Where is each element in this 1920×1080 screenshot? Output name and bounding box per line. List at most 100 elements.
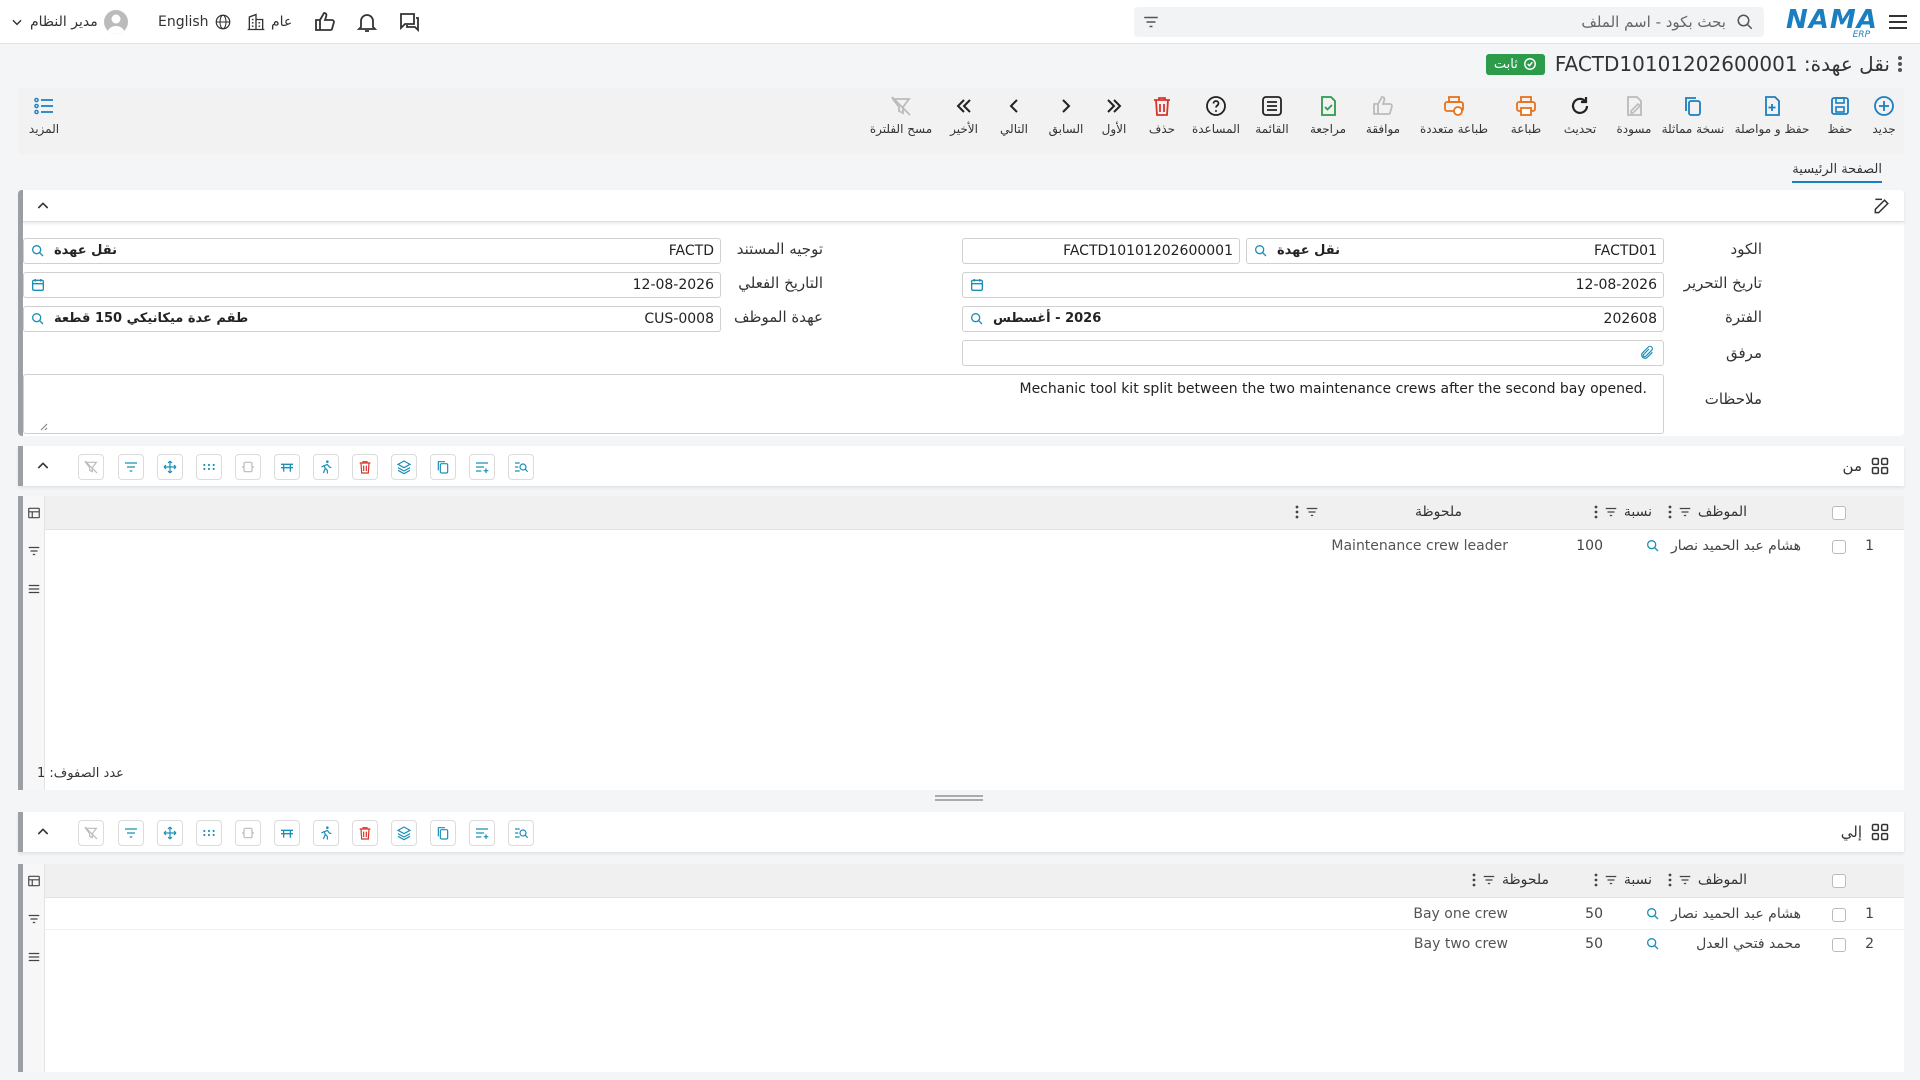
grid-run-button[interactable] <box>313 820 339 846</box>
filter-icon[interactable] <box>1142 13 1160 31</box>
calendar-icon[interactable] <box>30 277 46 293</box>
column-filter-icon[interactable] <box>1482 873 1496 887</box>
more-button[interactable]: المزيد <box>24 94 64 150</box>
last-button[interactable]: الأخير <box>944 94 984 150</box>
grid-clear-filter-button[interactable] <box>78 820 104 846</box>
clear-filter-button[interactable]: مسح الفلترة <box>866 94 936 150</box>
approve-button[interactable]: موافقة <box>1358 94 1408 150</box>
column-filter-icon[interactable] <box>1604 873 1618 887</box>
edit-icon[interactable] <box>1872 196 1892 216</box>
filter-icon[interactable] <box>27 544 41 558</box>
column-menu-icon[interactable] <box>1594 505 1598 519</box>
lookup-icon[interactable] <box>1645 936 1661 952</box>
chat-icon[interactable] <box>396 10 422 34</box>
global-search-input[interactable]: بحث بكود - اسم الملف <box>1134 7 1764 37</box>
section-resize-handle[interactable] <box>935 795 983 801</box>
chevron-up-icon[interactable] <box>35 198 51 214</box>
lookup-icon[interactable] <box>1253 243 1269 259</box>
paperclip-icon[interactable] <box>1639 345 1655 361</box>
row-employee[interactable]: هشام عبد الحميد نصار <box>1671 906 1801 922</box>
doc-direction-field[interactable]: FACTD نقل عهدة <box>23 238 721 264</box>
column-menu-icon[interactable] <box>1668 873 1672 887</box>
grid-delete-button[interactable] <box>352 454 378 480</box>
chevron-up-icon[interactable] <box>35 824 51 840</box>
list-button[interactable]: القائمة <box>1250 94 1294 150</box>
row-ratio[interactable]: 100 <box>1576 538 1603 554</box>
table-row[interactable]: 2 محمد فتحي العدل 50 Bay two crew <box>45 930 1904 960</box>
grid-layers-button[interactable] <box>391 820 417 846</box>
grid-search-button[interactable] <box>508 820 534 846</box>
grid-fit-button[interactable] <box>235 820 261 846</box>
next-button[interactable]: التالي <box>994 94 1034 150</box>
review-button[interactable]: مراجعة <box>1306 94 1350 150</box>
resize-handle-icon[interactable] <box>38 421 48 431</box>
columns-icon[interactable] <box>27 582 41 596</box>
first-button[interactable]: الأول <box>1096 94 1132 150</box>
lookup-icon[interactable] <box>969 311 985 327</box>
nama-logo[interactable]: NAMA ERP <box>1786 6 1877 40</box>
row-note[interactable]: Bay two crew <box>1414 936 1508 952</box>
row-employee[interactable]: محمد فتحي العدل <box>1696 936 1801 952</box>
period-field[interactable]: 202608 2026 - أغسطس <box>962 306 1664 332</box>
column-menu-icon[interactable] <box>1594 873 1598 887</box>
new-button[interactable]: جديد <box>1864 94 1904 150</box>
col-note-header[interactable]: ملحوظة <box>1472 872 1549 888</box>
grid-table-button[interactable] <box>274 820 300 846</box>
calendar-icon[interactable] <box>969 277 985 293</box>
grid-delete-button[interactable] <box>352 820 378 846</box>
grid-layers-button[interactable] <box>391 454 417 480</box>
row-checkbox[interactable] <box>1832 908 1846 922</box>
code-number-field[interactable]: FACTD10101202600001 <box>962 238 1240 264</box>
grid-filter-button[interactable] <box>118 820 144 846</box>
code-field[interactable]: FACTD01 نقل عهدة <box>1246 238 1664 264</box>
kebab-menu-icon[interactable] <box>1896 54 1904 74</box>
row-checkbox[interactable] <box>1832 938 1846 952</box>
grid-copy-button[interactable] <box>430 820 456 846</box>
columns-icon[interactable] <box>27 950 41 964</box>
grid-move-button[interactable] <box>157 454 183 480</box>
grid-table-button[interactable] <box>274 454 300 480</box>
table-row[interactable]: 1 هشام عبد الحميد نصار 50 Bay one crew <box>45 900 1904 930</box>
help-button[interactable]: المساعدة <box>1188 94 1244 150</box>
grid-fit-button[interactable] <box>235 454 261 480</box>
grid-dots-button[interactable] <box>196 454 222 480</box>
column-menu-icon[interactable] <box>1668 505 1672 519</box>
lookup-icon[interactable] <box>1645 538 1661 554</box>
hamburger-menu-icon[interactable] <box>1886 10 1910 34</box>
grid-move-button[interactable] <box>157 820 183 846</box>
lookup-icon[interactable] <box>1645 906 1661 922</box>
table-row[interactable]: 1 هشام عبد الحميد نصار 100 Maintenance c… <box>45 532 1904 562</box>
actual-date-field[interactable]: 12-08-2026 <box>23 272 721 298</box>
row-ratio[interactable]: 50 <box>1585 906 1603 922</box>
filter-icon[interactable] <box>27 912 41 926</box>
user-menu[interactable]: مدير النظام <box>10 0 128 44</box>
tab-main[interactable]: الصفحة الرئيسية <box>1792 162 1882 183</box>
column-filter-icon[interactable] <box>1604 505 1618 519</box>
previous-button[interactable]: السابق <box>1046 94 1086 150</box>
grid-run-button[interactable] <box>313 454 339 480</box>
delete-button[interactable]: حذف <box>1142 94 1182 150</box>
print-button[interactable]: طباعة <box>1506 94 1546 150</box>
grid-filter-button[interactable] <box>118 454 144 480</box>
table-settings-icon[interactable] <box>27 506 41 520</box>
column-menu-icon[interactable] <box>1472 873 1476 887</box>
row-checkbox[interactable] <box>1832 540 1846 554</box>
grid-clear-filter-button[interactable] <box>78 454 104 480</box>
grid-dots-button[interactable] <box>196 820 222 846</box>
table-settings-icon[interactable] <box>27 874 41 888</box>
column-filter-icon[interactable] <box>1678 873 1692 887</box>
col-note-header[interactable]: ملحوظة <box>1295 504 1462 520</box>
select-all-checkbox[interactable] <box>1832 506 1846 520</box>
col-employee-header[interactable]: الموظف <box>1668 872 1747 888</box>
grid-add-row-button[interactable] <box>469 454 495 480</box>
column-filter-icon[interactable] <box>1678 505 1692 519</box>
language-switch[interactable]: English <box>158 0 232 44</box>
lookup-icon[interactable] <box>30 311 46 327</box>
employee-custody-field[interactable]: CUS-0008 طقم عدة ميكانيكي 150 قطعة <box>23 306 721 332</box>
notes-textarea[interactable]: Mechanic tool kit split between the two … <box>23 374 1664 434</box>
lookup-icon[interactable] <box>30 243 46 259</box>
col-ratio-header[interactable]: نسبة <box>1594 504 1652 520</box>
duplicate-button[interactable]: نسخة مماثلة <box>1660 94 1726 150</box>
chevron-up-icon[interactable] <box>35 458 51 474</box>
context-selector[interactable]: عام <box>246 0 292 44</box>
